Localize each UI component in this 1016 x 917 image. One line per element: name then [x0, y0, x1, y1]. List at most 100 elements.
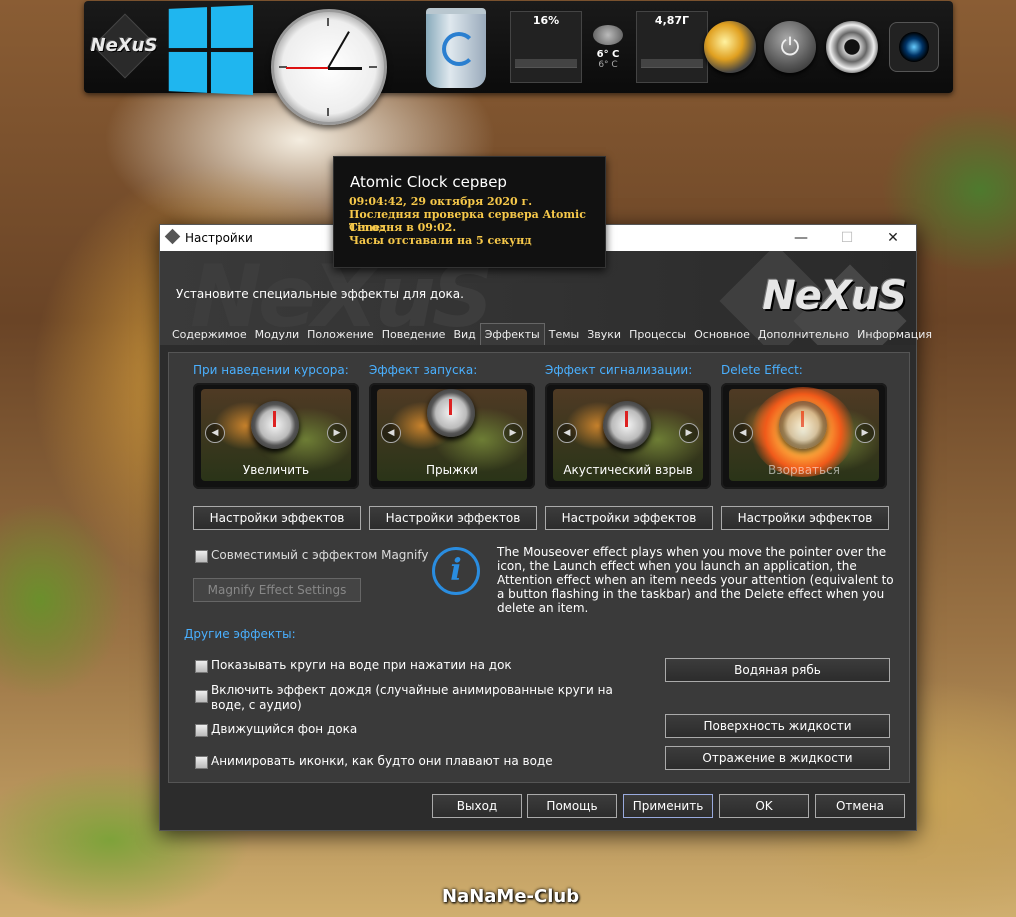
recycle-bin-icon[interactable] [420, 7, 492, 89]
attention-effect-settings-button[interactable]: Настройки эффектов [545, 506, 713, 530]
minimize-button[interactable]: — [778, 227, 824, 249]
tab-position[interactable]: Положение [303, 325, 378, 345]
mouseover-effect-preview: ◀ ▶ Увеличить [193, 383, 359, 489]
weather-temperature: 6° C [596, 48, 620, 60]
tab-modules[interactable]: Модули [251, 325, 304, 345]
nexus-logo: NeXuS [762, 273, 907, 319]
moving-background-label: Движущийся фон дока [211, 722, 358, 736]
camera-icon[interactable] [884, 11, 944, 83]
prev-arrow-icon[interactable]: ◀ [733, 423, 753, 443]
window-app-icon [164, 228, 181, 245]
water-circles-checkbox[interactable] [195, 660, 208, 673]
delete-effect-preview: ◀ ▶ Взорваться [721, 383, 887, 489]
rain-effect-label: Включить эффект дождя (случайные анимиро… [211, 683, 613, 712]
delete-effect-label: Delete Effect: [721, 363, 803, 377]
ram-meter-value: 4,87Г [654, 14, 690, 27]
nexus-dock-icon[interactable]: NeXuS [90, 9, 158, 81]
effects-info-text: The Mouseover effect plays when you move… [497, 545, 894, 615]
cancel-button[interactable]: Отмена [815, 794, 905, 818]
analog-clock-widget[interactable] [271, 9, 387, 125]
delete-effect-name: Взорваться [768, 463, 840, 477]
apply-button[interactable]: Применить [623, 794, 713, 818]
tab-behavior[interactable]: Поведение [378, 325, 450, 345]
rain-effect-checkbox[interactable] [195, 690, 208, 703]
floating-icons-label: Анимировать иконки, как будто они плаваю… [211, 754, 553, 768]
help-button[interactable]: Помощь [527, 794, 617, 818]
dock: NeXuS 16% 6° C 6° C 4,87Г ⏻ [84, 1, 953, 125]
nexus-logo-text: NeXuS [90, 34, 158, 56]
liquid-reflection-button[interactable]: Отражение в жидкости [665, 746, 890, 770]
prev-arrow-icon[interactable]: ◀ [381, 423, 401, 443]
tab-contents[interactable]: Содержимое [168, 325, 251, 345]
prev-arrow-icon[interactable]: ◀ [557, 423, 577, 443]
clock-second-hand [286, 67, 328, 69]
tooltip-line-1: 09:04:42, 29 октября 2020 г. [349, 195, 533, 208]
next-arrow-icon[interactable]: ▶ [855, 423, 875, 443]
tab-themes[interactable]: Темы [545, 325, 583, 345]
maximize-button[interactable]: ☐ [824, 227, 870, 249]
power-button-icon[interactable]: ⏻ [760, 11, 820, 83]
tab-information[interactable]: Информация [853, 325, 936, 345]
water-circles-label: Показывать круги на воде при нажатии на … [211, 658, 512, 672]
launch-effect-preview: ◀ ▶ Прыжки [369, 383, 535, 489]
cpu-meter-value: 16% [532, 14, 560, 27]
clock-hour-hand [328, 67, 362, 70]
ram-meter-widget[interactable]: 4,87Г [636, 11, 708, 83]
window-title: Настройки [185, 231, 253, 245]
weather-subtext: 6° C [598, 59, 618, 70]
tooltip-line-4: Часы отставали на 5 секунд [349, 234, 532, 247]
attention-effect-label: Эффект сигнализации: [545, 363, 693, 377]
effects-panel: При наведении курсора: Эффект запуска: Э… [168, 352, 910, 783]
next-arrow-icon[interactable]: ▶ [327, 423, 347, 443]
tooltip-line-3: Сегодня в 09:02. [349, 221, 457, 234]
tab-advanced[interactable]: Дополнительно [754, 325, 853, 345]
next-arrow-icon[interactable]: ▶ [503, 423, 523, 443]
other-effects-heading: Другие эффекты: [184, 627, 296, 641]
water-ripple-button[interactable]: Водяная рябь [665, 658, 890, 682]
tab-effects[interactable]: Эффекты [479, 323, 545, 345]
tooltip-title: Atomic Clock сервер [350, 173, 507, 191]
magnify-effect-settings-button[interactable]: Magnify Effect Settings [193, 578, 361, 602]
floating-icons-checkbox[interactable] [195, 756, 208, 769]
clock-minute-hand [327, 31, 350, 69]
gauge-icon [779, 401, 827, 449]
launch-effect-label: Эффект запуска: [369, 363, 478, 377]
network-globe-icon[interactable] [700, 11, 760, 83]
attention-effect-preview: ◀ ▶ Акустический взрыв [545, 383, 711, 489]
close-button[interactable]: ✕ [870, 227, 916, 249]
gauge-icon [427, 389, 475, 437]
mouseover-effect-settings-button[interactable]: Настройки эффектов [193, 506, 361, 530]
magnify-compat-checkbox[interactable] [195, 550, 208, 563]
windows-logo-icon [168, 4, 254, 96]
banner-heading: Установите специальные эффекты для дока. [176, 287, 464, 301]
tab-view[interactable]: Вид [449, 325, 479, 345]
info-icon: i [432, 547, 480, 595]
gauge-icon [603, 401, 651, 449]
delete-effect-settings-button[interactable]: Настройки эффектов [721, 506, 889, 530]
moving-background-checkbox[interactable] [195, 724, 208, 737]
mouseover-effect-label: При наведении курсора: [193, 363, 349, 377]
site-watermark: NaNaMe-Club [442, 886, 580, 907]
atomic-clock-tooltip: Atomic Clock сервер 09:04:42, 29 октября… [333, 156, 606, 268]
tab-sounds[interactable]: Звуки [583, 325, 625, 345]
cloud-icon [593, 24, 623, 45]
launch-effect-name: Прыжки [426, 463, 478, 477]
windows-start-icon[interactable] [164, 4, 254, 96]
weather-widget[interactable]: 6° C 6° C [572, 11, 644, 83]
launch-effect-settings-button[interactable]: Настройки эффектов [369, 506, 537, 530]
exit-button[interactable]: Выход [432, 794, 522, 818]
settings-window: Настройки — ☐ ✕ NeXuS Установите специал… [159, 224, 932, 831]
speaker-icon[interactable] [822, 11, 882, 83]
next-arrow-icon[interactable]: ▶ [679, 423, 699, 443]
magnify-compat-label: Совместимый с эффектом Magnify [211, 548, 429, 562]
gauge-icon [251, 401, 299, 449]
attention-effect-name: Акустический взрыв [563, 463, 693, 477]
mouseover-effect-name: Увеличить [242, 463, 310, 477]
tab-bar: Содержимое Модули Положение Поведение Ви… [168, 323, 936, 345]
ok-button[interactable]: OK [719, 794, 809, 818]
tab-general[interactable]: Основное [690, 325, 754, 345]
liquid-surface-button[interactable]: Поверхность жидкости [665, 714, 890, 738]
tab-processes[interactable]: Процессы [625, 325, 690, 345]
prev-arrow-icon[interactable]: ◀ [205, 423, 225, 443]
dialog-footer: Выход Помощь Применить OK Отмена [160, 785, 916, 830]
